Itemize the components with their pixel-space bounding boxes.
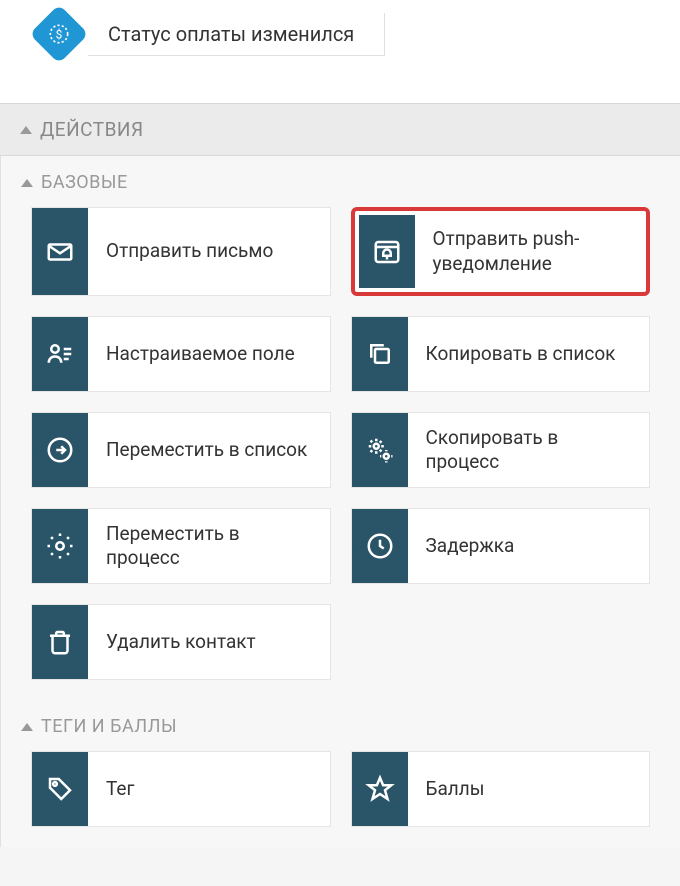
- subsection-title: ТЕГИ И БАЛЛЫ: [41, 716, 177, 737]
- tags-scores-grid: Тег Баллы: [1, 751, 680, 847]
- subsection-title: БАЗОВЫЕ: [41, 172, 128, 193]
- tile-label: Тег: [88, 752, 330, 826]
- move-to-list-tile[interactable]: Переместить в список: [31, 412, 331, 488]
- tile-label: Переместить в процесс: [88, 509, 330, 583]
- svg-text:$: $: [56, 27, 63, 41]
- send-email-tile[interactable]: Отправить письмо: [31, 207, 331, 296]
- trigger-payment-status[interactable]: $ Статус оплаты изменился: [30, 0, 680, 83]
- gear-icon: [32, 509, 88, 583]
- custom-field-tile[interactable]: Настраиваемое поле: [31, 316, 331, 392]
- collapse-icon: [20, 126, 32, 134]
- send-push-tile[interactable]: Отправить push-уведомление: [351, 207, 651, 296]
- tile-label: Скопировать в процесс: [408, 413, 650, 487]
- section-title: ДЕЙСТВИЯ: [40, 118, 144, 141]
- actions-section-header[interactable]: ДЕЙСТВИЯ: [0, 103, 680, 156]
- dollar-diamond-icon: $: [30, 5, 88, 63]
- tile-label: Переместить в список: [88, 413, 330, 487]
- copy-icon: [352, 317, 408, 391]
- move-to-process-tile[interactable]: Переместить в процесс: [31, 508, 331, 584]
- bell-window-icon: [359, 215, 415, 288]
- tile-label: Баллы: [408, 752, 650, 826]
- tile-label: Задержка: [408, 509, 650, 583]
- tile-label: Отправить push-уведомление: [415, 215, 643, 288]
- tile-label: Отправить письмо: [88, 208, 330, 295]
- delay-tile[interactable]: Задержка: [351, 508, 651, 584]
- arrow-circle-icon: [32, 413, 88, 487]
- tags-scores-subsection-header[interactable]: ТЕГИ И БАЛЛЫ: [1, 700, 680, 751]
- copy-to-process-tile[interactable]: Скопировать в процесс: [351, 412, 651, 488]
- tile-label: Копировать в список: [408, 317, 650, 391]
- trash-icon: [32, 605, 88, 679]
- tile-label: Настраиваемое поле: [88, 317, 330, 391]
- trigger-label: Статус оплаты изменился: [88, 13, 385, 56]
- collapse-icon: [21, 723, 33, 731]
- basic-actions-grid: Отправить письмо Отправить push-уведомле…: [1, 207, 680, 700]
- actions-section-content: БАЗОВЫЕ Отправить письмо Отправить push-…: [0, 156, 680, 847]
- clock-icon: [352, 509, 408, 583]
- star-icon: [352, 752, 408, 826]
- envelope-icon: [32, 208, 88, 295]
- scores-tile[interactable]: Баллы: [351, 751, 651, 827]
- tag-icon: [32, 752, 88, 826]
- delete-contact-tile[interactable]: Удалить контакт: [31, 604, 331, 680]
- gears-icon: [352, 413, 408, 487]
- copy-to-list-tile[interactable]: Копировать в список: [351, 316, 651, 392]
- triggers-section: $ Статус оплаты изменился: [0, 0, 680, 103]
- collapse-icon: [21, 179, 33, 187]
- basic-subsection-header[interactable]: БАЗОВЫЕ: [1, 156, 680, 207]
- user-lines-icon: [32, 317, 88, 391]
- tag-tile[interactable]: Тег: [31, 751, 331, 827]
- tile-label: Удалить контакт: [88, 605, 330, 679]
